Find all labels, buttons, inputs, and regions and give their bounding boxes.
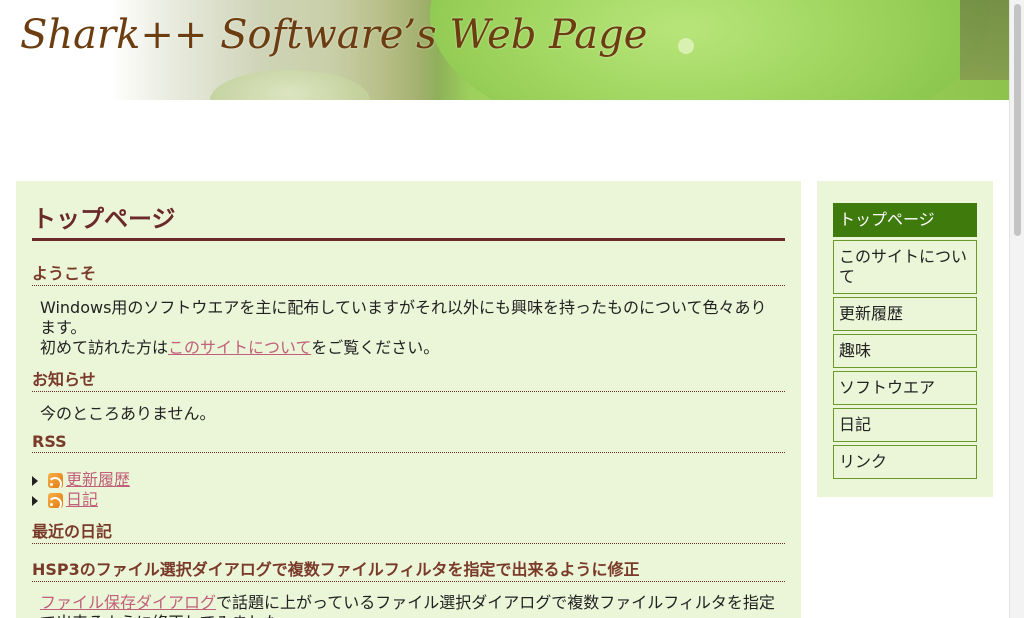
bullet-triangle-icon	[32, 495, 38, 506]
sidebar-item-top-page[interactable]: トップページ	[833, 203, 977, 237]
main-content: トップページ ようこそ Windows用のソフトウエアを主に配布していますがそれ…	[16, 181, 801, 618]
pond-decoration	[960, 0, 1010, 80]
welcome-text: Windows用のソフトウエアを主に配布していますがそれ以外にも興味を持ったもの…	[40, 298, 780, 358]
site-title[interactable]: Shark++ Software’s Web Page	[20, 12, 647, 58]
rss-link-update-history[interactable]: 更新履歴	[66, 470, 130, 489]
page-title: トップページ	[32, 199, 785, 241]
file-save-dialog-link[interactable]: ファイル保存ダイアログ	[40, 593, 216, 612]
sidebar-item-about-site[interactable]: このサイトについて	[833, 240, 977, 294]
rss-item-update-history[interactable]: 更新履歴	[32, 470, 130, 490]
rss-feed-icon[interactable]	[48, 473, 63, 488]
rss-item-diary[interactable]: 日記	[32, 490, 98, 510]
news-heading: お知らせ	[32, 366, 785, 392]
welcome-text-line1: Windows用のソフトウエアを主に配布していますがそれ以外にも興味を持ったもの…	[40, 298, 767, 337]
sidebar-nav: トップページ このサイトについて 更新履歴 趣味 ソフトウエア 日記 リンク	[817, 181, 993, 497]
sidebar-item-diary[interactable]: 日記	[833, 408, 977, 442]
welcome-text-line2b: をご覧ください。	[311, 338, 440, 357]
diary-entry-title[interactable]: HSP3のファイル選択ダイアログで複数ファイルフィルタを指定で出来るように修正	[32, 556, 785, 582]
bullet-triangle-icon	[32, 475, 38, 486]
sidebar-item-links[interactable]: リンク	[833, 445, 977, 479]
about-site-link[interactable]: このサイトについて	[168, 338, 311, 357]
scrollbar-thumb[interactable]	[1014, 4, 1021, 236]
sidebar-item-update-history[interactable]: 更新履歴	[833, 297, 977, 331]
site-header-banner: Shark++ Software’s Web Page	[0, 0, 1010, 100]
sidebar-item-software[interactable]: ソフトウエア	[833, 371, 977, 405]
recent-diary-heading: 最近の日記	[32, 518, 785, 544]
rss-feed-icon[interactable]	[48, 493, 63, 508]
lily-pad-center	[678, 38, 694, 54]
rss-heading: RSS	[32, 432, 785, 453]
news-text: 今のところありません。	[40, 404, 216, 423]
sidebar-item-hobby[interactable]: 趣味	[833, 334, 977, 368]
diary-entry-text: ファイル保存ダイアログで話題に上がっているファイル選択ダイアログで複数ファイルフ…	[40, 593, 780, 618]
page-scrollbar[interactable]	[1009, 0, 1024, 618]
lily-pad-decoration	[210, 70, 370, 100]
rss-link-diary[interactable]: 日記	[66, 490, 98, 509]
welcome-heading: ようこそ	[32, 260, 785, 286]
welcome-text-line2a: 初めて訪れた方は	[40, 338, 169, 357]
